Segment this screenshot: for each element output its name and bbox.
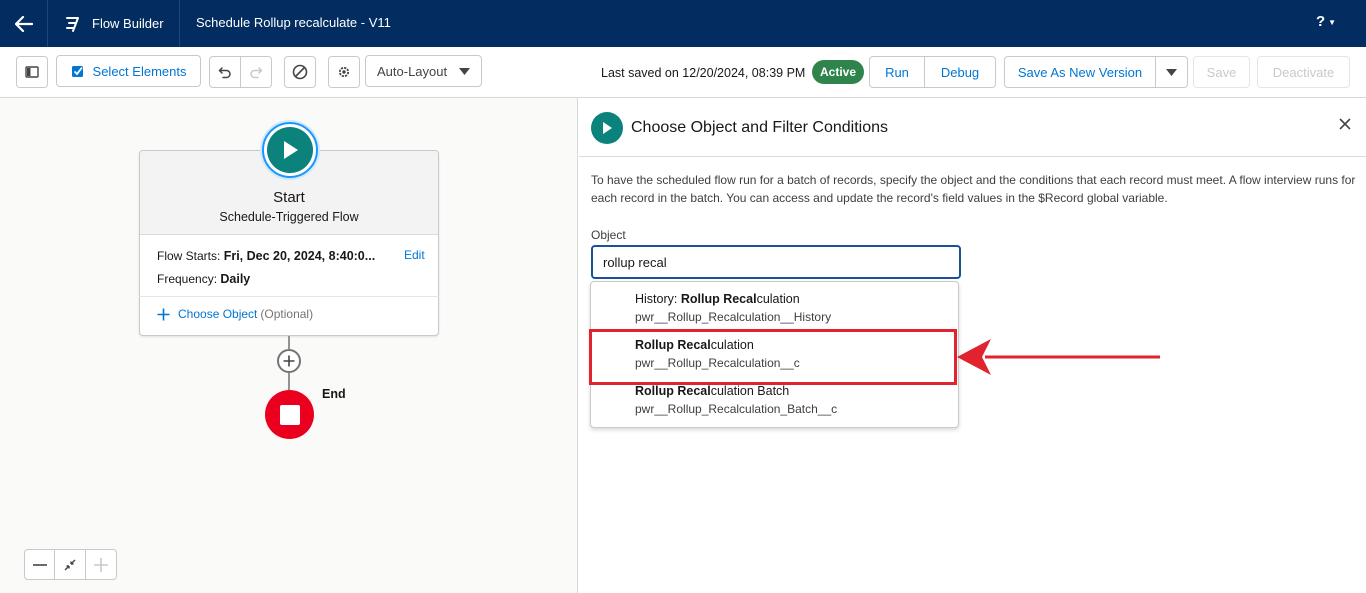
flow-builder-icon — [66, 16, 79, 32]
fit-view-icon — [64, 559, 76, 570]
close-icon — [1339, 118, 1351, 130]
flow-canvas[interactable]: Start Schedule-Triggered Flow Flow Start… — [0, 98, 578, 593]
frequency-label: Frequency: — [157, 272, 218, 286]
zoom-controls — [24, 549, 117, 580]
start-node-inner — [267, 127, 313, 173]
sidebar-toggle-icon — [25, 66, 39, 78]
undo-redo-group — [209, 56, 272, 88]
highlight-box — [589, 329, 957, 385]
deactivate-button[interactable]: Deactivate — [1257, 56, 1350, 88]
debug-button[interactable]: Debug — [925, 56, 996, 88]
gear-icon — [338, 66, 350, 78]
status-badge: Active — [812, 60, 865, 84]
select-elements-label: Select Elements — [92, 63, 187, 79]
zoom-in-icon — [94, 557, 108, 572]
redo-icon — [250, 67, 263, 79]
run-button[interactable]: Run — [869, 56, 925, 88]
errors-warnings-button[interactable] — [284, 56, 316, 88]
add-element-button[interactable] — [277, 349, 301, 373]
fit-view-button[interactable] — [55, 549, 86, 580]
start-node[interactable] — [262, 122, 318, 178]
save-options-button[interactable] — [1156, 56, 1188, 88]
annotation-arrow-icon — [957, 339, 1160, 375]
end-node[interactable] — [265, 390, 314, 439]
flow-title: Schedule Rollup recalculate - V11 — [196, 15, 391, 30]
chevron-down-icon: ▼ — [1328, 17, 1337, 27]
frequency-row: Frequency: Daily — [157, 272, 250, 286]
app-name-area: Flow Builder — [48, 0, 180, 47]
flow-starts-label: Flow Starts: — [157, 249, 221, 263]
play-icon — [603, 122, 612, 134]
option-api-name: pwr__Rollup_Recalculation_Batch__c — [635, 402, 838, 416]
panel-header: Choose Object and Filter Conditions — [579, 98, 1366, 157]
option-label: Rollup Recalculation Batch — [635, 384, 790, 398]
help-icon: ? — [1316, 13, 1326, 30]
zoom-out-button[interactable] — [24, 549, 55, 580]
undo-button[interactable] — [209, 56, 241, 88]
optional-label: (Optional) — [260, 307, 314, 321]
object-label: Object — [591, 228, 626, 242]
zoom-out-icon — [32, 563, 47, 566]
option-api-name: pwr__Rollup_Recalculation__History — [635, 310, 832, 324]
stop-icon — [279, 404, 300, 425]
select-elements-button[interactable]: Select Elements — [56, 55, 201, 87]
flow-starts-value: Fri, Dec 20, 2024, 8:40:0... — [223, 249, 376, 263]
save-as-new-version-button[interactable]: Save As New Version — [1004, 56, 1156, 88]
start-title: Start — [273, 189, 305, 206]
layout-select-value: Auto-Layout — [377, 63, 448, 79]
chevron-down-icon — [1166, 68, 1177, 76]
edit-schedule-link[interactable]: Edit — [404, 248, 425, 262]
redo-button[interactable] — [241, 56, 272, 88]
chevron-down-icon — [459, 67, 470, 75]
option-label: History: Rollup Recalculation — [635, 292, 800, 306]
back-button[interactable] — [0, 0, 48, 47]
panel-description: To have the scheduled flow run for a bat… — [591, 173, 1356, 205]
global-header: Flow Builder Schedule Rollup recalculate… — [0, 0, 1366, 47]
close-button[interactable] — [1339, 114, 1351, 134]
undo-icon — [218, 67, 231, 79]
plus-icon — [157, 308, 170, 320]
card-divider — [139, 296, 439, 297]
connector-line — [288, 336, 290, 349]
save-as-group: Save As New Version — [1004, 56, 1188, 88]
start-subtitle: Schedule-Triggered Flow — [219, 210, 359, 224]
save-button[interactable]: Save — [1193, 56, 1250, 88]
play-icon — [284, 141, 298, 159]
back-arrow-icon — [14, 15, 33, 32]
layout-select[interactable]: Auto-Layout — [365, 55, 482, 87]
settings-button[interactable] — [328, 56, 360, 88]
toolbar: Select Elements Auto-Layout Last saved o… — [0, 47, 1366, 98]
flow-starts-row: Flow Starts: Fri, Dec 20, 2024, 8:40:0..… — [157, 249, 375, 263]
no-entry-icon — [292, 64, 308, 80]
dropdown-option[interactable]: History: Rollup Recalculation pwr__Rollu… — [591, 282, 958, 328]
toggle-sidebar-button[interactable] — [16, 56, 48, 88]
select-checkbox-icon — [71, 66, 83, 77]
run-debug-group: Run Debug — [869, 56, 996, 88]
plus-icon — [283, 355, 295, 367]
frequency-value: Daily — [220, 272, 251, 286]
object-search-input[interactable] — [591, 245, 961, 279]
end-label: End — [322, 387, 346, 401]
start-icon — [591, 112, 623, 144]
zoom-in-button[interactable] — [86, 549, 117, 580]
last-saved-text: Last saved on 12/20/2024, 08:39 PM — [601, 66, 806, 80]
choose-object-link[interactable]: Choose Object (Optional) — [157, 307, 313, 321]
app-name: Flow Builder — [92, 16, 164, 31]
help-menu[interactable]: ? ▼ — [1316, 13, 1336, 30]
choose-object-label: Choose Object — [178, 307, 258, 321]
panel-title: Choose Object and Filter Conditions — [631, 119, 889, 136]
connector-line — [288, 373, 290, 390]
